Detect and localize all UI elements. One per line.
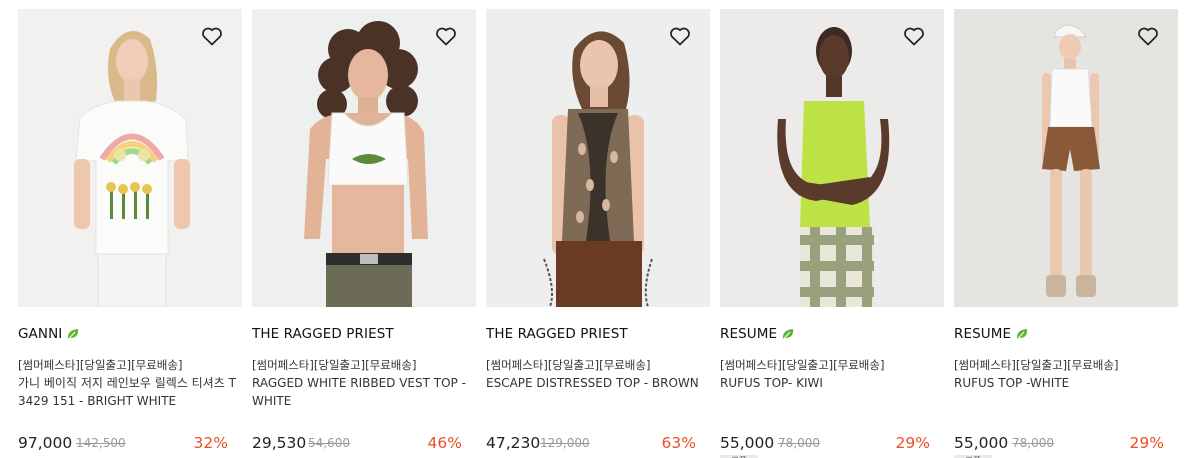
product-name[interactable]: RUFUS TOP- KIWI bbox=[720, 374, 942, 392]
original-price: 129,000 bbox=[540, 436, 590, 450]
model-photo bbox=[18, 9, 242, 307]
brand-row: GANNI bbox=[18, 326, 80, 342]
promo-tags: [썸머페스타][당일출고][무료배송] bbox=[954, 358, 1119, 372]
price-row: 55,000 78,000 29% bbox=[954, 428, 1164, 452]
promo-tags: [썸머페스타][당일출고][무료배송] bbox=[486, 358, 651, 372]
heart-outline-icon[interactable] bbox=[668, 24, 692, 48]
brand-row: THE RAGGED PRIEST bbox=[486, 326, 628, 342]
sale-price: 29,530 bbox=[252, 434, 307, 452]
brand-row: THE RAGGED PRIEST bbox=[252, 326, 394, 342]
brand-row: RESUME bbox=[720, 326, 795, 342]
price-row: 55,000 78,000 29% bbox=[720, 428, 930, 452]
product-image[interactable] bbox=[486, 9, 710, 307]
product-image[interactable] bbox=[18, 9, 242, 307]
brand-name[interactable]: RESUME bbox=[954, 326, 1011, 342]
brand-name[interactable]: GANNI bbox=[18, 326, 62, 342]
original-price: 78,000 bbox=[778, 436, 820, 450]
model-photo bbox=[720, 9, 944, 307]
sale-price: 97,000 bbox=[18, 434, 73, 452]
product-card[interactable]: RESUME [썸머페스타][당일출고][무료배송] RUFUS TOP- KI… bbox=[720, 9, 944, 458]
product-grid: GANNI [썸머페스타][당일출고][무료배송] 가니 베이직 저지 레인보우… bbox=[0, 0, 1184, 458]
promo-tags: [썸머페스타][당일출고][무료배송] bbox=[720, 358, 885, 372]
original-price: 54,600 bbox=[308, 436, 350, 450]
discount-rate: 29% bbox=[895, 434, 930, 452]
price-row: 47,230 129,000 63% bbox=[486, 428, 696, 452]
model-photo bbox=[486, 9, 710, 307]
leaf-icon bbox=[1017, 329, 1028, 340]
sale-price: 55,000 bbox=[954, 434, 1009, 452]
product-card[interactable]: THE RAGGED PRIEST [썸머페스타][당일출고][무료배송] ES… bbox=[486, 9, 710, 458]
model-photo bbox=[252, 9, 476, 307]
model-photo bbox=[954, 9, 1178, 307]
product-card[interactable]: RESUME [썸머페스타][당일출고][무료배송] RUFUS TOP -WH… bbox=[954, 9, 1178, 458]
original-price: 142,500 bbox=[76, 436, 126, 450]
product-name[interactable]: ESCAPE DISTRESSED TOP - BROWN bbox=[486, 374, 708, 392]
product-name[interactable]: RUFUS TOP -WHITE bbox=[954, 374, 1176, 392]
product-card[interactable]: THE RAGGED PRIEST [썸머페스타][당일출고][무료배송] RA… bbox=[252, 9, 476, 458]
leaf-icon bbox=[783, 329, 794, 340]
brand-name[interactable]: THE RAGGED PRIEST bbox=[252, 326, 394, 342]
price-row: 29,530 54,600 46% bbox=[252, 428, 462, 452]
brand-name[interactable]: RESUME bbox=[720, 326, 777, 342]
brand-row: RESUME bbox=[954, 326, 1029, 342]
discount-rate: 46% bbox=[427, 434, 462, 452]
product-image[interactable] bbox=[720, 9, 944, 307]
product-name[interactable]: RAGGED WHITE RIBBED VEST TOP - WHITE bbox=[252, 374, 474, 410]
heart-outline-icon[interactable] bbox=[902, 24, 926, 48]
price-row: 97,000 142,500 32% bbox=[18, 428, 228, 452]
heart-outline-icon[interactable] bbox=[1136, 24, 1160, 48]
heart-outline-icon[interactable] bbox=[434, 24, 458, 48]
original-price: 78,000 bbox=[1012, 436, 1054, 450]
product-name[interactable]: 가니 베이직 저지 레인보우 릴렉스 티셔츠 T3429 151 - BRIGH… bbox=[18, 374, 240, 410]
sale-price: 55,000 bbox=[720, 434, 775, 452]
product-image[interactable] bbox=[252, 9, 476, 307]
brand-name[interactable]: THE RAGGED PRIEST bbox=[486, 326, 628, 342]
heart-outline-icon[interactable] bbox=[200, 24, 224, 48]
product-image[interactable] bbox=[954, 9, 1178, 307]
promo-tags: [썸머페스타][당일출고][무료배송] bbox=[18, 358, 183, 372]
discount-rate: 32% bbox=[193, 434, 228, 452]
promo-tags: [썸머페스타][당일출고][무료배송] bbox=[252, 358, 417, 372]
discount-rate: 29% bbox=[1129, 434, 1164, 452]
discount-rate: 63% bbox=[661, 434, 696, 452]
leaf-icon bbox=[68, 329, 79, 340]
product-card[interactable]: GANNI [썸머페스타][당일출고][무료배송] 가니 베이직 저지 레인보우… bbox=[18, 9, 242, 458]
sale-price: 47,230 bbox=[486, 434, 541, 452]
